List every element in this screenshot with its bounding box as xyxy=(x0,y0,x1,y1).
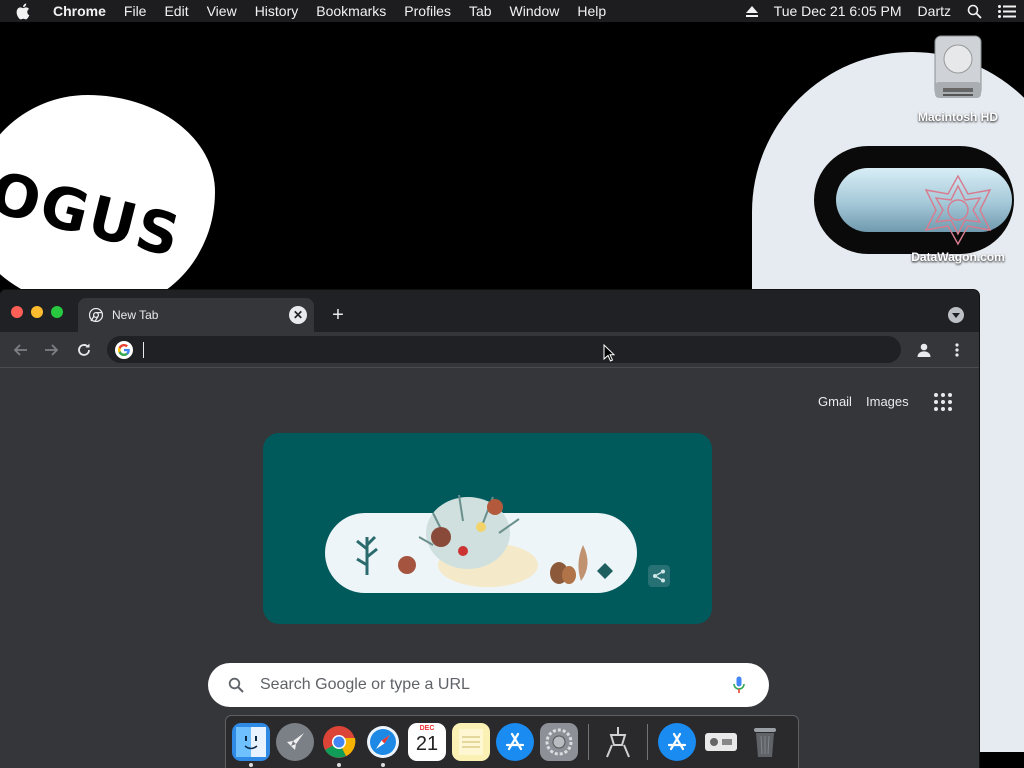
google-doodle[interactable] xyxy=(263,433,712,624)
menu-app-name[interactable]: Chrome xyxy=(44,0,115,22)
menu-help[interactable]: Help xyxy=(568,0,615,22)
dock-chrome-icon[interactable] xyxy=(320,723,358,767)
mouse-cursor-icon xyxy=(603,343,616,367)
images-link[interactable]: Images xyxy=(866,394,909,409)
tab-close-icon[interactable]: ✕ xyxy=(289,306,307,324)
calendar-day: 21 xyxy=(415,733,439,755)
address-input[interactable] xyxy=(143,341,843,358)
address-bar[interactable] xyxy=(107,336,901,363)
back-arrow-icon[interactable] xyxy=(8,338,32,362)
menubar-user[interactable]: Dartz xyxy=(910,0,959,22)
google-apps-icon[interactable] xyxy=(932,391,954,413)
menubar-clock[interactable]: Tue Dec 21 6:05 PM xyxy=(766,0,910,22)
more-menu-icon[interactable] xyxy=(945,338,969,362)
desktop-icon-label: DataWagon.com xyxy=(911,250,1005,264)
tab-strip: New Tab ✕ + xyxy=(0,290,979,332)
menu-view[interactable]: View xyxy=(198,0,246,22)
dock-launchpad-icon[interactable] xyxy=(276,723,314,761)
search-icon xyxy=(226,675,246,695)
window-zoom-button[interactable] xyxy=(51,306,63,318)
eject-icon[interactable] xyxy=(738,5,766,17)
doodle-hedgehog-illustration xyxy=(356,494,613,587)
forward-arrow-icon[interactable] xyxy=(40,338,64,362)
tab-search-icon[interactable] xyxy=(948,307,964,323)
profile-icon[interactable] xyxy=(912,338,936,362)
desktop-icon-macintosh-hd[interactable]: Macintosh HD xyxy=(910,32,1006,124)
dock-calendar-icon[interactable]: DEC 21 xyxy=(408,723,446,761)
dock-trash-icon[interactable] xyxy=(746,723,784,761)
gmail-link[interactable]: Gmail xyxy=(818,394,852,409)
menu-window[interactable]: Window xyxy=(501,0,569,22)
dock-app-store-icon[interactable] xyxy=(496,723,534,761)
dock-system-preferences-icon[interactable] xyxy=(540,723,578,761)
tab-new-tab[interactable]: New Tab ✕ xyxy=(78,298,314,332)
dock-notes-icon[interactable] xyxy=(452,723,490,761)
desktop-icon-label: Macintosh HD xyxy=(917,110,998,124)
menu-bookmarks[interactable]: Bookmarks xyxy=(307,0,395,22)
datawagon-icon xyxy=(918,172,998,248)
new-tab-button[interactable]: + xyxy=(326,303,350,327)
chrome-favicon-icon xyxy=(88,307,104,323)
voice-search-mic-icon[interactable] xyxy=(729,675,749,695)
dock-separator xyxy=(647,724,648,760)
calendar-month: DEC xyxy=(419,725,435,732)
running-indicator xyxy=(337,763,341,767)
dock-preview-icon[interactable] xyxy=(702,723,740,761)
notification-center-icon[interactable] xyxy=(990,4,1024,18)
menu-file[interactable]: File xyxy=(115,0,156,22)
menu-tab[interactable]: Tab xyxy=(460,0,501,22)
menu-edit[interactable]: Edit xyxy=(155,0,197,22)
dock-app-store-download-icon[interactable] xyxy=(658,723,696,761)
apple-menu-icon[interactable] xyxy=(0,0,44,22)
new-tab-page: Gmail Images Search Google or type a URL xyxy=(0,369,979,768)
search-placeholder: Search Google or type a URL xyxy=(260,676,470,693)
hard-drive-icon xyxy=(923,32,993,108)
dock-separator xyxy=(588,724,589,760)
menu-profiles[interactable]: Profiles xyxy=(395,0,460,22)
chrome-window: New Tab ✕ + Gmail Images Search Google o… xyxy=(0,290,979,768)
dock-utility-icon[interactable] xyxy=(599,723,637,761)
running-indicator xyxy=(249,763,253,767)
running-indicator xyxy=(381,763,385,767)
dock-safari-icon[interactable] xyxy=(364,723,402,767)
spotlight-search-icon[interactable] xyxy=(959,4,990,19)
share-icon[interactable] xyxy=(648,565,670,587)
google-g-icon xyxy=(115,340,133,359)
reload-icon[interactable] xyxy=(72,338,96,362)
browser-toolbar xyxy=(0,332,979,368)
window-minimize-button[interactable] xyxy=(31,306,43,318)
menu-bar: Chrome File Edit View History Bookmarks … xyxy=(0,0,1024,22)
window-close-button[interactable] xyxy=(11,306,23,318)
menu-history[interactable]: History xyxy=(246,0,308,22)
tab-title: New Tab xyxy=(112,308,159,322)
dock: DEC 21 xyxy=(225,715,799,768)
dock-finder-icon[interactable] xyxy=(232,723,270,767)
desktop-icon-datawagon[interactable]: DataWagon.com xyxy=(900,172,1016,264)
google-search-box[interactable]: Search Google or type a URL xyxy=(208,663,769,707)
